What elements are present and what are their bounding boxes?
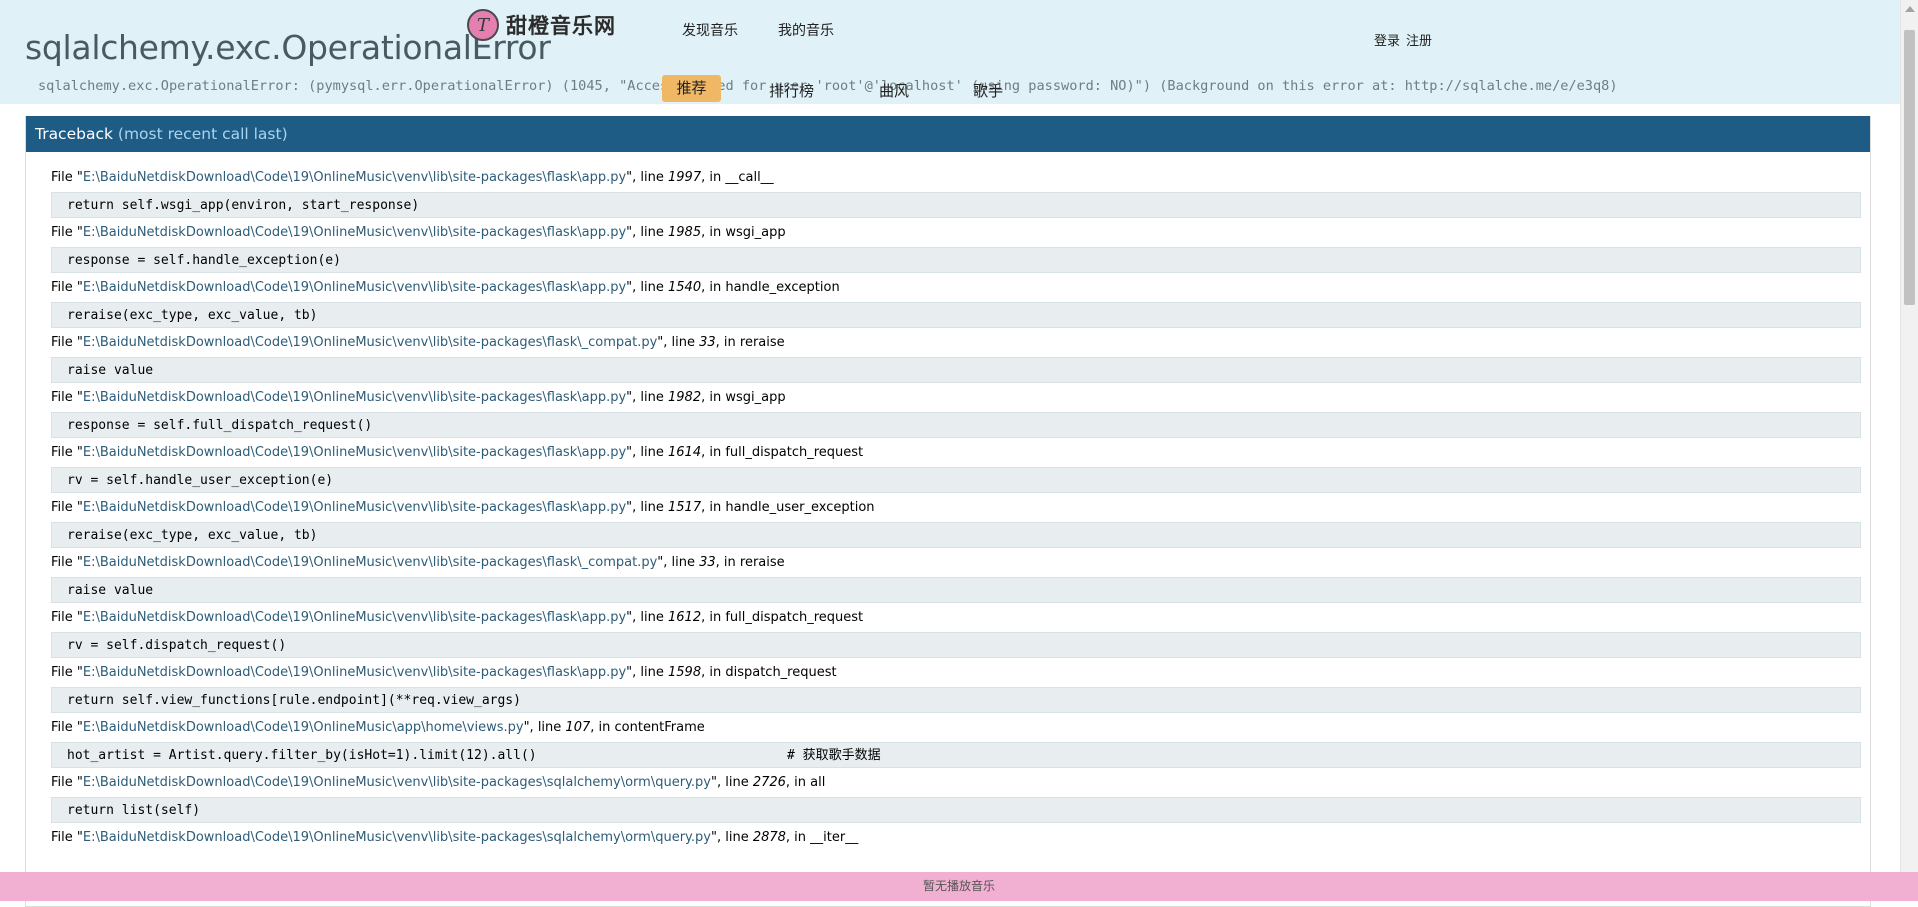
frame-function-name: full_dispatch_request <box>725 610 864 625</box>
frame-line-number: 1614 <box>668 445 702 460</box>
frame-line-number: 1982 <box>668 390 702 405</box>
frame-function-name: __iter__ <box>810 830 859 845</box>
frame-file-path[interactable]: E:\BaiduNetdiskDownload\Code\19\OnlineMu… <box>83 775 711 790</box>
logo-text: 甜橙音乐网 <box>506 14 616 38</box>
player-status: 暂无播放音乐 <box>922 879 995 893</box>
frame-source-code[interactable]: raise value <box>51 577 1861 603</box>
traceback-subtitle: (most recent call last) <box>117 125 288 143</box>
traceback-frame-line: File "E:\BaiduNetdiskDownload\Code\19\On… <box>51 555 785 570</box>
frame-line-number: 33 <box>699 335 716 350</box>
traceback-frame-line: File "E:\BaiduNetdiskDownload\Code\19\On… <box>51 775 826 790</box>
frame-file-path[interactable]: E:\BaiduNetdiskDownload\Code\19\OnlineMu… <box>83 445 626 460</box>
traceback-frame-line: File "E:\BaiduNetdiskDownload\Code\19\On… <box>51 830 859 845</box>
scroll-thumb[interactable] <box>1904 30 1915 305</box>
frame-line-number: 107 <box>565 720 591 735</box>
frame-source-code[interactable]: return self.view_functions[rule.endpoint… <box>51 687 1861 713</box>
traceback-header: Traceback (most recent call last) <box>26 116 1870 152</box>
tab-charts[interactable]: 排行榜 <box>769 80 814 101</box>
source-code-comment: # 获取歌手数据 <box>787 748 881 763</box>
source-code-text: return self.wsgi_app(environ, start_resp… <box>67 198 420 213</box>
source-code-text: response = self.handle_exception(e) <box>67 253 341 268</box>
frame-function-name: dispatch_request <box>725 665 837 680</box>
logo-icon: T <box>467 9 499 41</box>
frame-line-number: 2878 <box>752 830 786 845</box>
traceback-frame-line: File "E:\BaiduNetdiskDownload\Code\19\On… <box>51 665 837 680</box>
frame-function-name: full_dispatch_request <box>725 445 864 460</box>
frame-function-name: reraise <box>739 335 785 350</box>
frame-line-number: 1612 <box>668 610 702 625</box>
frame-line-number: 2726 <box>752 775 786 790</box>
frame-source-code[interactable]: response = self.full_dispatch_request() <box>51 412 1861 438</box>
frame-source-code[interactable]: rv = self.handle_user_exception(e) <box>51 467 1861 493</box>
register-link[interactable]: 注册 <box>1406 30 1432 49</box>
frame-function-name: __call__ <box>725 170 774 185</box>
frame-line-number: 1985 <box>668 225 702 240</box>
frame-file-path[interactable]: E:\BaiduNetdiskDownload\Code\19\OnlineMu… <box>83 225 626 240</box>
frame-line-number: 1517 <box>668 500 702 515</box>
frame-function-name: wsgi_app <box>725 225 786 240</box>
frame-line-number: 1540 <box>668 280 702 295</box>
login-link[interactable]: 登录 <box>1374 30 1400 49</box>
frame-source-code[interactable]: raise value <box>51 357 1861 383</box>
source-code-text: reraise(exc_type, exc_value, tb) <box>67 308 318 323</box>
frame-line-number: 33 <box>699 555 716 570</box>
frame-file-path[interactable]: E:\BaiduNetdiskDownload\Code\19\OnlineMu… <box>83 555 657 570</box>
nav-discover-music[interactable]: 发现音乐 <box>682 20 738 40</box>
page-scrollbar[interactable] <box>1900 0 1918 901</box>
source-code-text: response = self.full_dispatch_request() <box>67 418 373 433</box>
tab-artists[interactable]: 歌手 <box>973 80 1003 101</box>
traceback-frame-line: File "E:\BaiduNetdiskDownload\Code\19\On… <box>51 720 705 735</box>
frame-file-path[interactable]: E:\BaiduNetdiskDownload\Code\19\OnlineMu… <box>83 390 626 405</box>
frame-function-name: handle_exception <box>725 280 840 295</box>
source-code-text: reraise(exc_type, exc_value, tb) <box>67 528 318 543</box>
scroll-up-arrow-icon[interactable] <box>1905 6 1915 12</box>
frame-file-path[interactable]: E:\BaiduNetdiskDownload\Code\19\OnlineMu… <box>83 830 711 845</box>
error-message: sqlalchemy.exc.OperationalError: (pymysq… <box>38 78 1618 94</box>
nav-my-music[interactable]: 我的音乐 <box>778 20 834 40</box>
frame-file-path[interactable]: E:\BaiduNetdiskDownload\Code\19\OnlineMu… <box>83 280 626 295</box>
frame-line-number: 1997 <box>668 170 702 185</box>
frame-function-name: handle_user_exception <box>725 500 875 515</box>
traceback-frame-line: File "E:\BaiduNetdiskDownload\Code\19\On… <box>51 500 875 515</box>
frame-source-code[interactable]: hot_artist = Artist.query.filter_by(isHo… <box>51 742 1861 768</box>
frame-file-path[interactable]: E:\BaiduNetdiskDownload\Code\19\OnlineMu… <box>83 665 626 680</box>
tab-genre[interactable]: 曲风 <box>879 80 909 101</box>
traceback-frame-line: File "E:\BaiduNetdiskDownload\Code\19\On… <box>51 225 786 240</box>
source-code-text: rv = self.dispatch_request() <box>67 638 287 653</box>
frame-file-path[interactable]: E:\BaiduNetdiskDownload\Code\19\OnlineMu… <box>83 500 626 515</box>
source-code-text: rv = self.handle_user_exception(e) <box>67 473 334 488</box>
frame-source-code[interactable]: return list(self) <box>51 797 1861 823</box>
frame-function-name: contentFrame <box>614 720 705 735</box>
source-code-text: raise value <box>67 363 154 378</box>
traceback-frame-line: File "E:\BaiduNetdiskDownload\Code\19\On… <box>51 280 840 295</box>
traceback-panel: Traceback (most recent call last) File "… <box>25 116 1871 907</box>
frame-source-code[interactable]: response = self.handle_exception(e) <box>51 247 1861 273</box>
traceback-title: Traceback <box>35 125 113 143</box>
traceback-frame-line: File "E:\BaiduNetdiskDownload\Code\19\On… <box>51 390 786 405</box>
frame-function-name: wsgi_app <box>725 390 786 405</box>
frame-function-name: all <box>810 775 826 790</box>
frame-source-code[interactable]: return self.wsgi_app(environ, start_resp… <box>51 192 1861 218</box>
frame-file-path[interactable]: E:\BaiduNetdiskDownload\Code\19\OnlineMu… <box>83 170 626 185</box>
site-logo[interactable]: T 甜橙音乐网 <box>467 9 616 41</box>
traceback-frame-line: File "E:\BaiduNetdiskDownload\Code\19\On… <box>51 445 864 460</box>
frame-function-name: reraise <box>739 555 785 570</box>
frame-source-code[interactable]: rv = self.dispatch_request() <box>51 632 1861 658</box>
frame-file-path[interactable]: E:\BaiduNetdiskDownload\Code\19\OnlineMu… <box>83 610 626 625</box>
source-code-text: hot_artist = Artist.query.filter_by(isHo… <box>67 748 537 763</box>
frame-source-code[interactable]: reraise(exc_type, exc_value, tb) <box>51 522 1861 548</box>
frame-file-path[interactable]: E:\BaiduNetdiskDownload\Code\19\OnlineMu… <box>83 335 657 350</box>
traceback-frame-line: File "E:\BaiduNetdiskDownload\Code\19\On… <box>51 170 774 185</box>
frame-line-number: 1598 <box>668 665 702 680</box>
source-code-text: raise value <box>67 583 154 598</box>
source-code-text: return list(self) <box>67 803 201 818</box>
traceback-frames: File "E:\BaiduNetdiskDownload\Code\19\On… <box>51 166 1861 854</box>
traceback-frame-line: File "E:\BaiduNetdiskDownload\Code\19\On… <box>51 610 864 625</box>
traceback-frame-line: File "E:\BaiduNetdiskDownload\Code\19\On… <box>51 335 785 350</box>
frame-source-code[interactable]: reraise(exc_type, exc_value, tb) <box>51 302 1861 328</box>
source-code-text: return self.view_functions[rule.endpoint… <box>67 693 521 708</box>
frame-file-path[interactable]: E:\BaiduNetdiskDownload\Code\19\OnlineMu… <box>83 720 524 735</box>
tab-recommend[interactable]: 推荐 <box>662 75 721 102</box>
music-player-bar: 暂无播放音乐 <box>0 872 1918 901</box>
